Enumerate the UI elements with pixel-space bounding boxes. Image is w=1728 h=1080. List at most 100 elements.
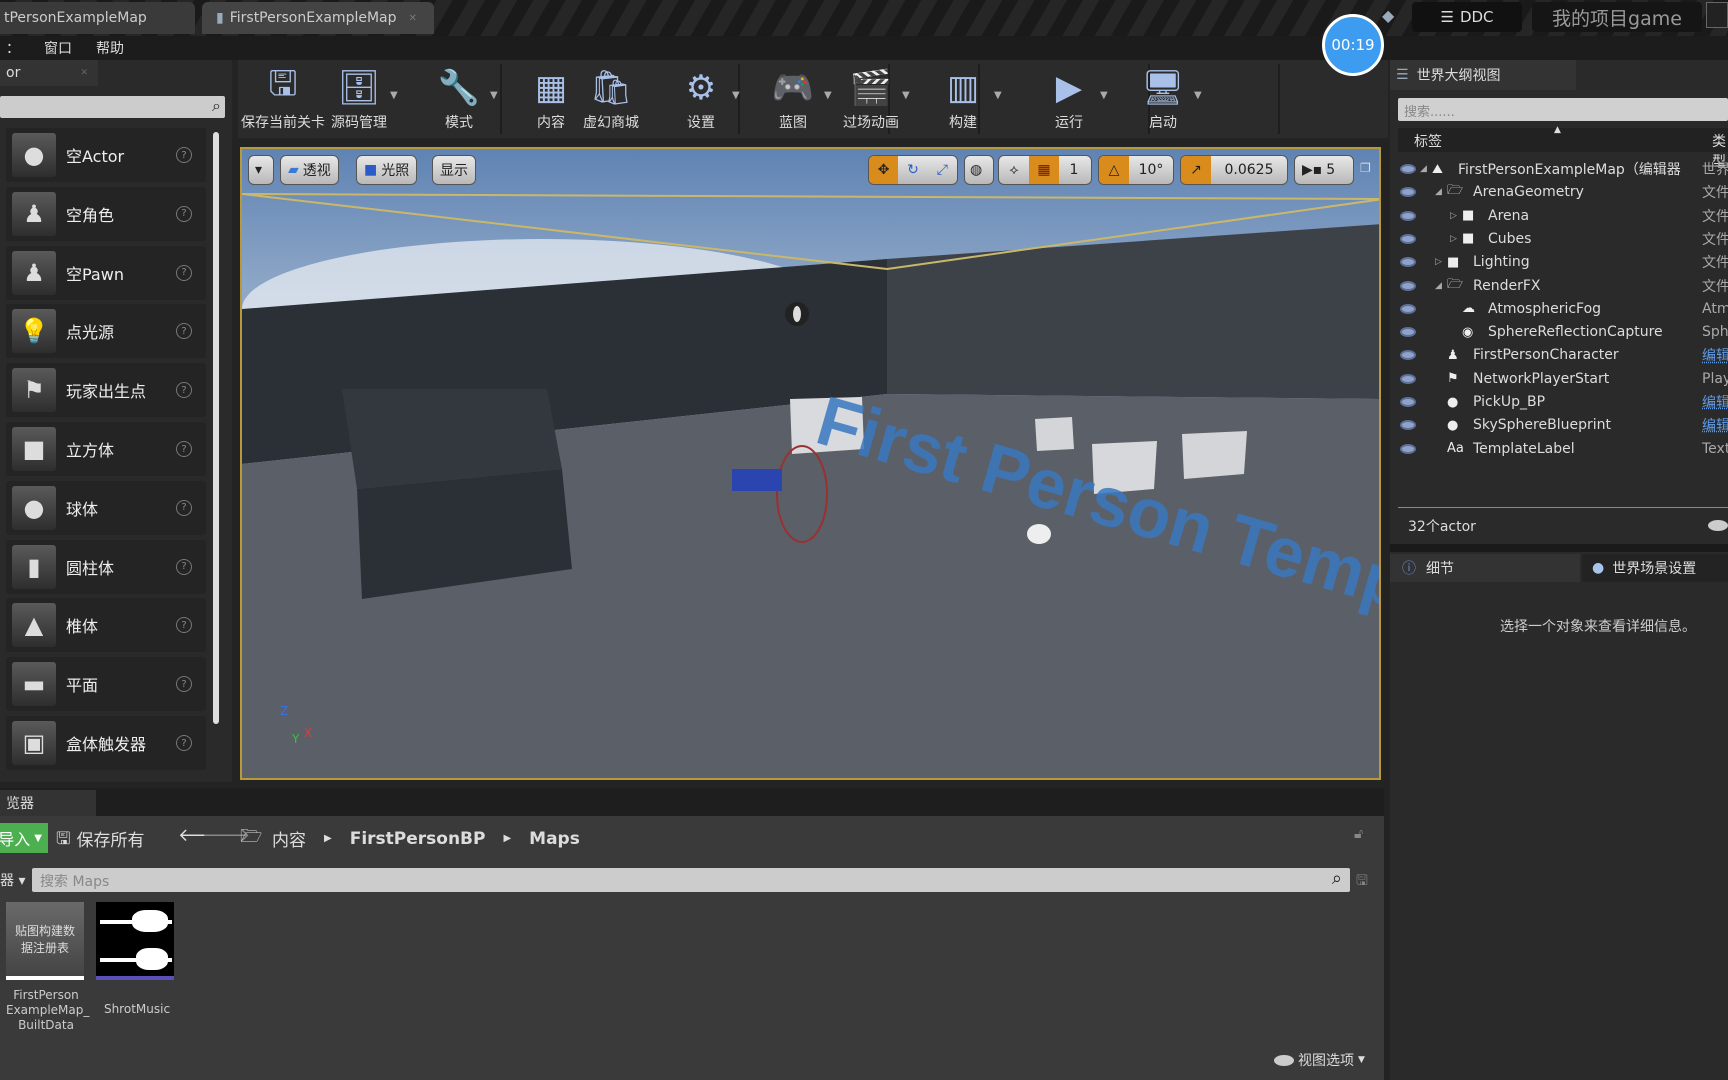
close-icon[interactable]: ✕: [80, 68, 88, 78]
outliner-row[interactable]: ● SkySphereBlueprint 编辑: [1390, 414, 1728, 436]
row-type[interactable]: 编辑: [1702, 415, 1728, 435]
level-viewport[interactable]: First Person Template ▾ ▰ 透视 ■ 光照 显示 ✥ ↻ ⤢ ◍…: [240, 147, 1381, 780]
details-tab[interactable]: ⓘ 细节: [1390, 554, 1580, 582]
outliner-tab[interactable]: ☰ 世界大纲视图: [1390, 60, 1576, 90]
outliner-row[interactable]: ▷ ■ Cubes 文件: [1390, 228, 1728, 250]
outliner-row[interactable]: ◉ SphereReflectionCapture Sph: [1390, 321, 1728, 343]
breadcrumb-content[interactable]: 内容: [272, 826, 306, 851]
world-local-toggle[interactable]: ◍: [964, 155, 994, 185]
help-icon[interactable]: ?: [176, 441, 192, 457]
row-type[interactable]: 编辑: [1702, 392, 1728, 412]
help-icon[interactable]: ?: [176, 676, 192, 692]
outliner-row[interactable]: ♟ FirstPersonCharacter 编辑: [1390, 344, 1728, 366]
outliner-search-input[interactable]: 搜索......: [1398, 98, 1728, 121]
expand-arrow-icon[interactable]: ▷: [1450, 211, 1457, 221]
breadcrumb-maps[interactable]: Maps: [529, 829, 580, 849]
place-item[interactable]: ▮ 圆柱体?: [6, 540, 206, 594]
outliner-row[interactable]: ☁ AtmosphericFog Atm: [1390, 298, 1728, 320]
menu-window[interactable]: 窗口: [44, 38, 72, 58]
chevron-down-icon[interactable]: ▼: [490, 90, 498, 101]
view-options-button[interactable]: 视图选项 ▼: [1274, 1050, 1365, 1070]
outliner-row[interactable]: ▷ ■ Arena 文件: [1390, 205, 1728, 227]
lock-icon[interactable]: 🔓︎: [1354, 826, 1363, 842]
help-icon[interactable]: ?: [176, 500, 192, 516]
collapse-arrow-icon[interactable]: ◢: [1435, 281, 1442, 291]
place-item[interactable]: ⚑ 玩家出生点?: [6, 363, 206, 417]
place-item[interactable]: 💡 点光源?: [6, 304, 206, 358]
close-icon[interactable]: ✕: [409, 13, 417, 24]
help-icon[interactable]: ?: [176, 617, 192, 633]
help-icon[interactable]: ?: [176, 206, 192, 222]
place-item[interactable]: ♟ 空Pawn?: [6, 246, 206, 300]
filter-button[interactable]: 器 ▾: [0, 870, 25, 890]
toolbar-button-source-control[interactable]: 🗄 源码管理: [324, 64, 394, 132]
toolbar-button-modes[interactable]: 🔧 模式: [424, 64, 494, 132]
place-item[interactable]: ▬ 平面?: [6, 657, 206, 711]
place-item[interactable]: ▣ 盒体触发器?: [6, 716, 206, 770]
menu-item[interactable]: ：: [6, 38, 20, 58]
toolbar-button-marketplace[interactable]: 🛍 虚幻商城: [576, 64, 646, 132]
help-icon[interactable]: ?: [176, 382, 192, 398]
toolbar-button-floppy[interactable]: 🖫 保存当前关卡: [238, 64, 328, 132]
help-icon[interactable]: ?: [176, 559, 192, 575]
breadcrumb-firstpersonbp[interactable]: FirstPersonBP: [350, 829, 486, 849]
maximize-viewport-icon[interactable]: ❐: [1360, 161, 1371, 175]
visibility-eye-icon[interactable]: [1400, 211, 1416, 221]
ddc-button[interactable]: ☰ DDC: [1412, 2, 1522, 32]
chevron-down-icon[interactable]: ▼: [732, 90, 740, 101]
translate-icon[interactable]: ✥: [869, 156, 898, 184]
asset-search-input[interactable]: 搜索 Maps ⌕: [32, 868, 1350, 892]
tab-map-1[interactable]: tPersonExampleMap: [0, 2, 195, 34]
place-item[interactable]: ▲ 椎体?: [6, 598, 206, 652]
chevron-down-icon[interactable]: ▼: [390, 90, 398, 101]
chevron-down-icon[interactable]: ▼: [1194, 90, 1202, 101]
help-icon[interactable]: ?: [176, 265, 192, 281]
place-item[interactable]: ● 空Actor?: [6, 128, 206, 182]
visibility-eye-icon[interactable]: [1400, 444, 1416, 454]
rotate-icon[interactable]: ↻: [898, 162, 927, 178]
expand-arrow-icon[interactable]: ▷: [1435, 257, 1442, 267]
help-icon[interactable]: ?: [176, 323, 192, 339]
save-search-icon[interactable]: 🖫: [1356, 870, 1368, 894]
place-item[interactable]: ■ 立方体?: [6, 422, 206, 476]
chevron-down-icon[interactable]: ▼: [902, 90, 910, 101]
outliner-row[interactable]: ● PickUp_BP 编辑: [1390, 391, 1728, 413]
toolbar-button-settings[interactable]: ⚙ 设置: [666, 64, 736, 132]
chevron-down-icon[interactable]: ▼: [1100, 90, 1108, 101]
toolbar-button-play[interactable]: ▶ 运行: [1034, 64, 1104, 132]
help-icon[interactable]: ?: [176, 147, 192, 163]
world-settings-tab[interactable]: ● 世界场景设置: [1582, 554, 1728, 582]
scale-icon[interactable]: ⤢: [928, 162, 957, 178]
visibility-eye-icon[interactable]: [1400, 187, 1416, 197]
visibility-eye-icon[interactable]: [1400, 350, 1416, 360]
tab-map-2[interactable]: ▮ FirstPersonExampleMap ✕: [202, 2, 434, 34]
outliner-row[interactable]: ◢ ⛰ FirstPersonExampleMap（编辑器 世界: [1390, 158, 1728, 180]
visibility-eye-icon[interactable]: [1400, 257, 1416, 267]
view-options-eye-icon[interactable]: [1708, 520, 1728, 531]
perspective-button[interactable]: ▰ 透视: [280, 155, 339, 185]
collapse-arrow-icon[interactable]: ◢: [1420, 164, 1427, 174]
viewport-options-button[interactable]: ▾: [248, 155, 274, 185]
outliner-row[interactable]: ◢ 🗁 RenderFX 文件: [1390, 275, 1728, 297]
asset-tile[interactable]: ShrotMusic: [96, 902, 178, 1017]
toolbar-button-build[interactable]: ▥ 构建: [928, 64, 998, 132]
minimize-button[interactable]: [1706, 2, 1728, 28]
place-item[interactable]: ♟ 空角色?: [6, 187, 206, 241]
chevron-down-icon[interactable]: ▼: [824, 90, 832, 101]
collapse-arrow-icon[interactable]: ◢: [1435, 187, 1442, 197]
menu-help[interactable]: 帮助: [96, 38, 124, 58]
grid-snap-control[interactable]: ⟡ ▦ 1: [998, 155, 1092, 185]
place-item[interactable]: ● 球体?: [6, 481, 206, 535]
visibility-eye-icon[interactable]: [1400, 234, 1416, 244]
visibility-eye-icon[interactable]: [1400, 304, 1416, 314]
column-label[interactable]: 标签: [1414, 131, 1442, 151]
expand-arrow-icon[interactable]: ▷: [1450, 234, 1457, 244]
rotation-snap-control[interactable]: △ 10°: [1098, 155, 1174, 185]
import-button[interactable]: 导入 ▼: [0, 823, 48, 853]
visibility-eye-icon[interactable]: [1400, 374, 1416, 384]
save-all-button[interactable]: 🖫 保存所有: [56, 826, 144, 855]
visibility-eye-icon[interactable]: [1400, 164, 1416, 174]
toolbar-button-cinematics[interactable]: 🎬 过场动画: [836, 64, 906, 132]
toolbar-button-blueprint[interactable]: 🎮 蓝图: [758, 64, 828, 132]
visibility-eye-icon[interactable]: [1400, 281, 1416, 291]
